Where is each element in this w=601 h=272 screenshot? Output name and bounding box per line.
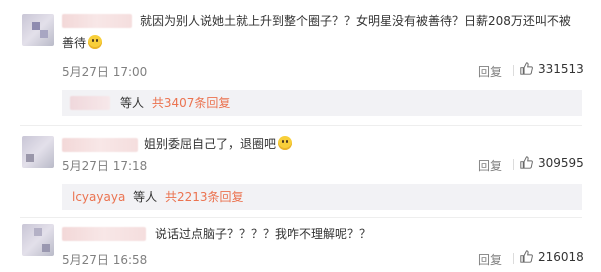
username-blurred[interactable] (62, 227, 146, 241)
emoji-face-icon (88, 35, 103, 49)
reply-summary[interactable]: 等人 共3407条回复 (62, 90, 582, 116)
reply-button[interactable]: 回复 (478, 157, 502, 174)
comment-item: 就因为别人说她土就上升到整个圈子？？女明星没有被善待？日薪208万还叫不被 善待… (0, 0, 601, 120)
comment-item: 姐别委屈自己了，退圈吧 5月27日 17:18 回复 309595 lcyaya… (0, 126, 601, 216)
comment-time: 5月27日 17:00 (62, 65, 148, 79)
avatar[interactable] (22, 14, 54, 46)
reply-button[interactable]: 回复 (478, 63, 502, 80)
thumbs-up-icon (520, 62, 533, 75)
thumbs-up-icon (520, 156, 533, 169)
reply-count-link[interactable]: 共2213条回复 (165, 190, 244, 204)
avatar[interactable] (22, 136, 54, 168)
like-button[interactable]: 331513 (520, 62, 584, 76)
separator (513, 253, 514, 264)
username-blurred[interactable] (62, 14, 132, 28)
reply-user-blurred[interactable] (70, 96, 110, 110)
like-button[interactable]: 216018 (520, 250, 584, 264)
reply-count-link[interactable]: 共3407条回复 (152, 96, 231, 110)
separator (513, 159, 514, 170)
comment-time: 5月27日 17:18 (62, 159, 148, 173)
reply-mid-text: 等人 (133, 190, 158, 204)
username-blurred[interactable] (62, 138, 138, 152)
comment-text-cont: 善待 (62, 33, 103, 53)
reply-button[interactable]: 回复 (478, 251, 502, 268)
comment-text: 姐别委屈自己了，退圈吧 (144, 134, 293, 154)
reply-mid-text: 等人 (120, 96, 145, 110)
reply-user-link[interactable]: lcyayaya (72, 190, 125, 204)
like-button[interactable]: 309595 (520, 156, 584, 170)
emoji-face-icon (278, 136, 293, 150)
reply-summary[interactable]: lcyayaya 等人 共2213条回复 (62, 184, 582, 210)
separator (513, 65, 514, 76)
comment-text: 就因为别人说她土就上升到整个圈子？？女明星没有被善待？日薪208万还叫不被 (140, 14, 571, 28)
comment-time: 5月27日 16:58 (62, 253, 148, 267)
comment-text: 说话过点脑子？？？？我咋不理解呢？？ (155, 227, 372, 241)
avatar[interactable] (22, 224, 54, 256)
comment-item: 说话过点脑子？？？？我咋不理解呢？？ 5月27日 16:58 回复 216018 (0, 218, 601, 272)
thumbs-up-icon (520, 250, 533, 263)
